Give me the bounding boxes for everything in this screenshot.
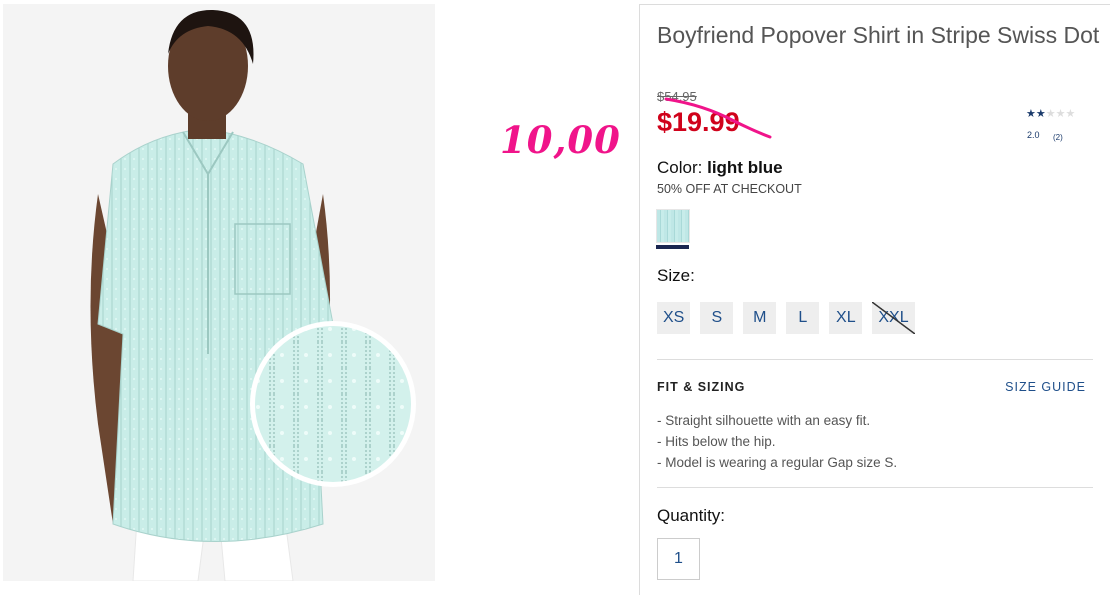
star-empty-icon: ★ — [1055, 108, 1066, 120]
star-filled-icon: ★ — [1026, 108, 1036, 120]
selected-swatch-indicator — [656, 245, 689, 249]
star-empty-icon: ★ — [1065, 108, 1076, 120]
size-option-xxl-unavailable[interactable]: XXL — [872, 302, 915, 334]
size-option-l[interactable]: L — [786, 302, 820, 334]
list-item: - Model is wearing a regular Gap size S. — [657, 455, 898, 470]
divider — [657, 359, 1093, 360]
rating-value: 2.0 — [1027, 130, 1040, 140]
product-title: Boyfriend Popover Shirt in Stripe Swiss … — [657, 22, 1100, 48]
color-selection: Color: light blue — [657, 158, 783, 178]
star-filled-icon: ★ — [1035, 108, 1046, 120]
fit-details-list: - Straight silhouette with an easy fit. … — [657, 410, 897, 473]
original-price: $54.95 — [657, 89, 697, 104]
size-option-m[interactable]: M — [743, 302, 777, 334]
quantity-label: Quantity: — [657, 506, 726, 525]
rating-count[interactable]: (2) — [1053, 133, 1063, 142]
list-item: - Hits below the hip. — [657, 434, 776, 449]
color-value: light blue — [707, 158, 783, 177]
star-empty-icon: ★ — [1045, 108, 1056, 120]
size-option-s[interactable]: S — [700, 302, 734, 334]
product-details-panel: Boyfriend Popover Shirt in Stripe Swiss … — [639, 4, 1110, 595]
color-label: Color: — [657, 158, 703, 177]
color-swatch-light-blue[interactable] — [656, 209, 690, 243]
quantity-input[interactable]: 1 — [657, 538, 700, 580]
size-label: Size: — [657, 266, 695, 285]
divider — [657, 487, 1093, 488]
product-image[interactable] — [3, 4, 435, 581]
product-rating[interactable]: ★★★★★ 2.0 (2) — [1026, 107, 1096, 142]
size-options: XS S M L XL XXL — [657, 302, 915, 334]
list-item: - Straight silhouette with an easy fit. — [657, 413, 871, 428]
promo-text: 50% OFF AT CHECKOUT — [657, 182, 802, 196]
size-option-xl[interactable]: XL — [829, 302, 863, 334]
rating-stars: ★★★★★ — [1026, 107, 1096, 120]
size-guide-link[interactable]: SIZE GUIDE — [1005, 380, 1086, 394]
sale-price: $19.99 — [657, 107, 740, 137]
fit-sizing-heading: FIT & SIZING — [657, 380, 746, 394]
model-photo — [3, 4, 435, 581]
size-option-xs[interactable]: XS — [657, 302, 691, 334]
handwritten-price-annotation: 10,00 — [500, 118, 621, 162]
